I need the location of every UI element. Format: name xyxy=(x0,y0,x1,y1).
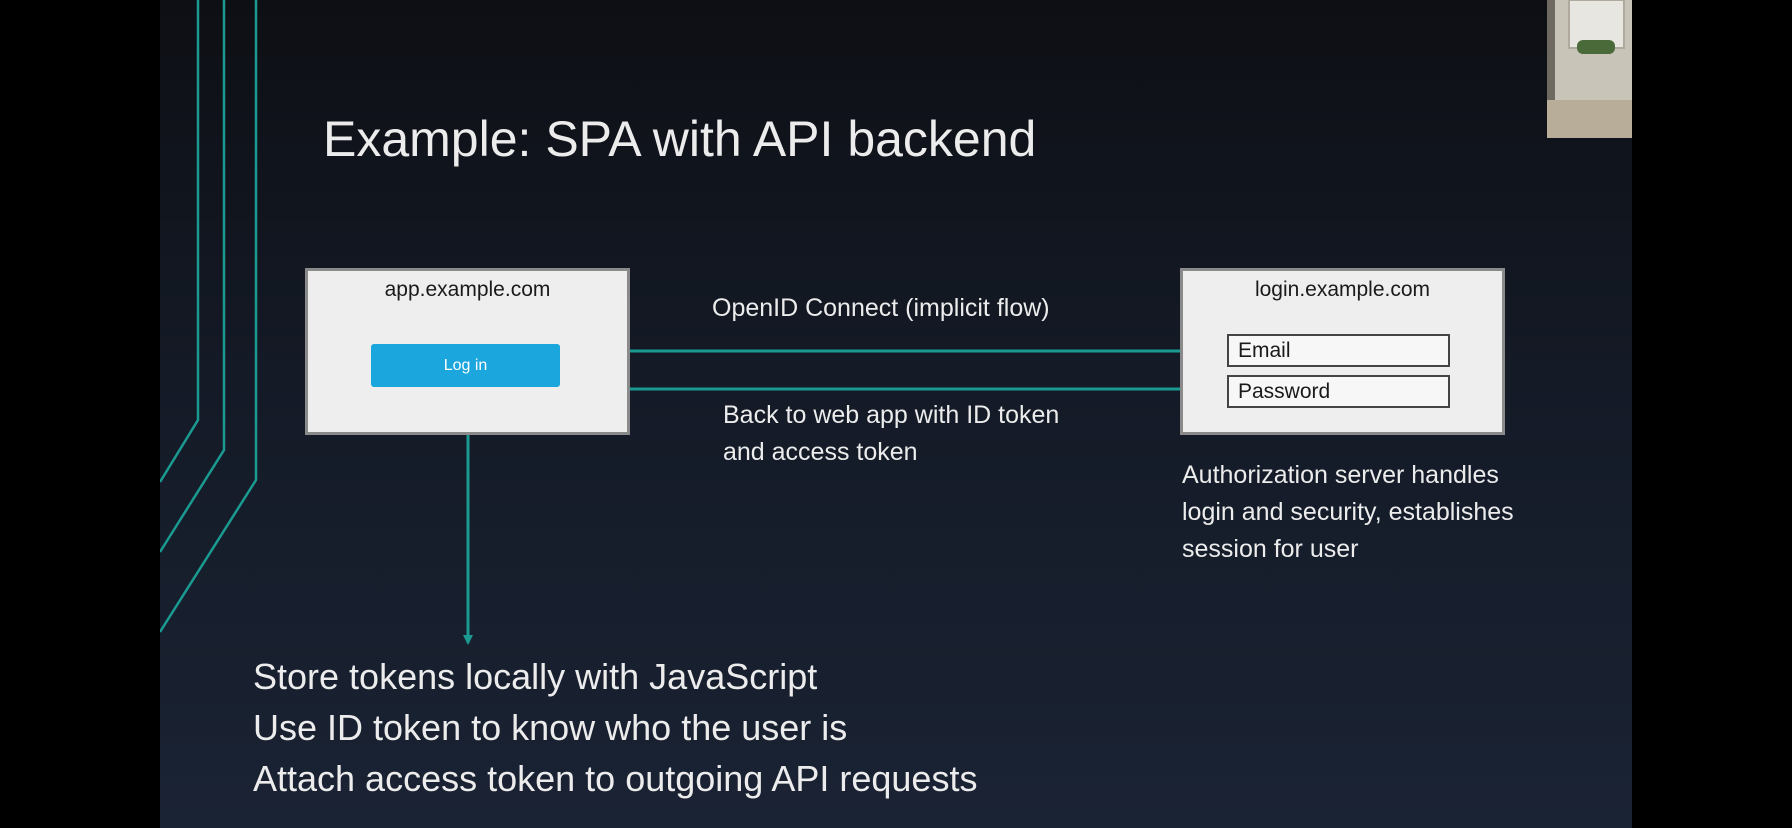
slide: Example: SPA with API backend app.exampl… xyxy=(160,0,1632,828)
auth-server-note-line: session for user xyxy=(1182,535,1359,563)
client-step-line: Attach access token to outgoing API requ… xyxy=(253,758,978,799)
password-field[interactable] xyxy=(1227,375,1450,408)
response-flow-line: Back to web app with ID token xyxy=(723,401,1060,429)
request-flow-label: OpenID Connect (implicit flow) xyxy=(712,294,1050,322)
web-app-box: app.example.com Log in xyxy=(305,268,630,435)
login-server-box: login.example.com xyxy=(1180,268,1505,435)
speaker-webcam: okta xyxy=(1547,0,1632,138)
slide-title: Example: SPA with API backend xyxy=(323,111,1037,167)
auth-server-note-line: Authorization server handles xyxy=(1182,461,1499,489)
log-in-button[interactable]: Log in xyxy=(371,344,560,387)
response-flow-line: and access token xyxy=(723,438,918,466)
client-step-line: Use ID token to know who the user is xyxy=(253,707,848,748)
response-flow-label: Back to web app with ID token and access… xyxy=(723,397,1059,471)
auth-server-note: Authorization server handles login and s… xyxy=(1182,457,1514,568)
client-step-line: Store tokens locally with JavaScript xyxy=(253,656,818,697)
web-app-domain: app.example.com xyxy=(384,278,551,301)
auth-server-note-line: login and security, establishes xyxy=(1182,498,1514,526)
login-server-domain: login.example.com xyxy=(1254,278,1431,301)
client-steps-note: Store tokens locally with JavaScript Use… xyxy=(253,651,977,804)
speaker-webcam-image: okta xyxy=(1547,0,1632,138)
email-field[interactable] xyxy=(1227,334,1450,367)
video-frame: Example: SPA with API backend app.exampl… xyxy=(0,0,1792,828)
decorative-accent-lines xyxy=(160,0,258,633)
